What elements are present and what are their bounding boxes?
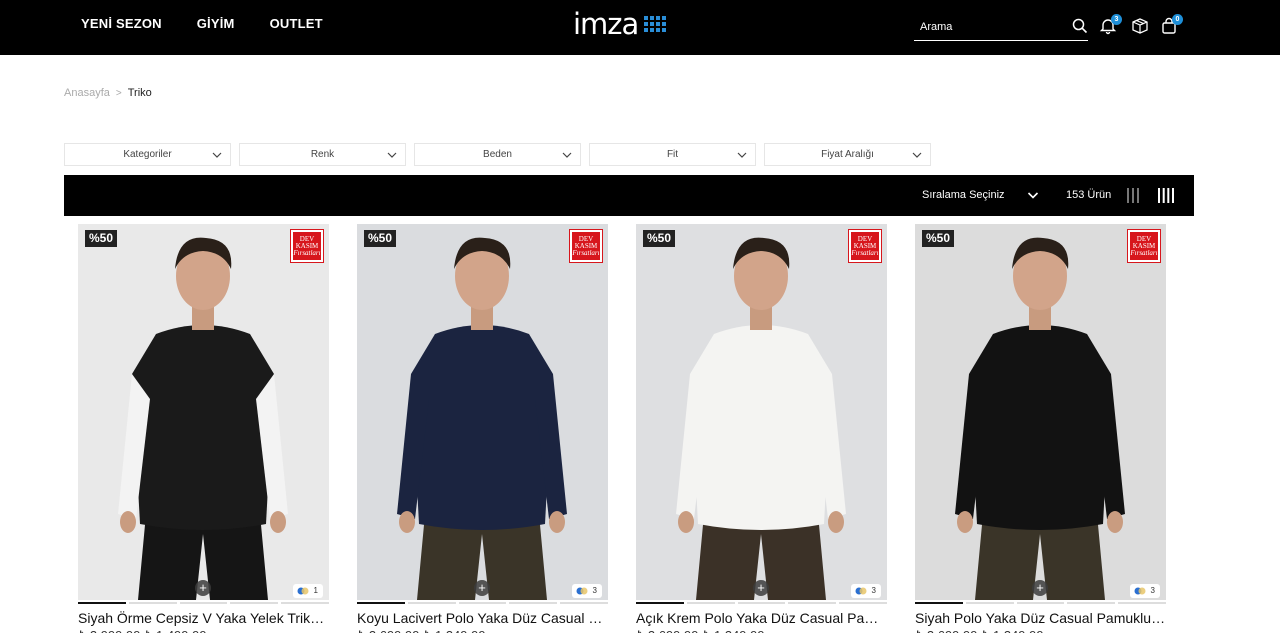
color-swatch-icon: [576, 587, 588, 595]
sort-select[interactable]: Sıralama Seçiniz: [922, 189, 1005, 201]
discount-badge: %50: [85, 230, 118, 247]
filter-label: Fiyat Aralığı: [821, 149, 874, 160]
notifications-button[interactable]: 3: [1099, 14, 1122, 35]
image-slider-indicator[interactable]: [78, 602, 329, 604]
image-slider-indicator[interactable]: [357, 602, 608, 604]
color-variants[interactable]: 3: [572, 584, 602, 598]
filter-label: Beden: [483, 149, 512, 160]
filter-fit[interactable]: Fit: [589, 143, 756, 166]
chevron-down-icon[interactable]: [1027, 189, 1039, 201]
dev-kasim-stamp: DEV KASIM Fırsatları: [1127, 229, 1161, 263]
image-slider-indicator[interactable]: [636, 602, 887, 604]
search-input[interactable]: [920, 18, 1060, 36]
product-price: ₺ 2.999,99 ₺ 1.499,99: [78, 628, 207, 633]
color-variants[interactable]: 3: [851, 584, 881, 598]
logo-text: imza: [573, 7, 639, 41]
orders-button[interactable]: [1131, 17, 1149, 35]
color-count: 3: [1150, 586, 1155, 595]
grid-4-columns-icon[interactable]: [1158, 188, 1174, 203]
nav-outlet[interactable]: OUTLET: [270, 16, 323, 31]
site-logo[interactable]: imza: [573, 7, 667, 41]
discount-badge: %50: [364, 230, 397, 247]
product-name[interactable]: Koyu Lacivert Polo Yaka Düz Casual Pa...: [357, 610, 608, 626]
search-icon[interactable]: [1072, 18, 1088, 34]
breadcrumb-home[interactable]: Anasayfa: [64, 87, 110, 99]
filter-fiyat-araligi[interactable]: Fiyat Aralığı: [764, 143, 931, 166]
chevron-down-icon: [387, 152, 397, 158]
filter-label: Renk: [310, 149, 335, 160]
product-name[interactable]: Açık Krem Polo Yaka Düz Casual Pamu...: [636, 610, 887, 626]
sort-bar: Sıralama Seçiniz 153 Ürün: [64, 175, 1194, 216]
filter-label: Fit: [666, 149, 679, 160]
chevron-down-icon: [212, 152, 222, 158]
package-icon: [1132, 18, 1148, 34]
product-price: ₺ 2.699,99 ₺ 1.349,99: [357, 628, 486, 633]
product-price: ₺ 2.699,99 ₺ 1.349,99: [915, 628, 1044, 633]
model-illustration: [78, 224, 329, 600]
model-illustration: [636, 224, 887, 600]
discount-badge: %50: [643, 230, 676, 247]
breadcrumb: Anasayfa > Triko: [64, 87, 152, 99]
discount-badge: %50: [922, 230, 955, 247]
color-swatch-icon: [855, 587, 867, 595]
filter-kategoriler[interactable]: Kategoriler: [64, 143, 231, 166]
product-image[interactable]: %50 DEV KASIM Fırsatları + 1: [78, 224, 329, 600]
product-price: ₺ 2.699,99 ₺ 1.349,99: [636, 628, 765, 633]
quick-add-button[interactable]: +: [1032, 580, 1048, 596]
main-nav: YENİ SEZON GİYİM OUTLET: [81, 16, 323, 31]
color-swatch-icon: [297, 587, 309, 595]
color-variants[interactable]: 1: [293, 584, 323, 598]
product-image[interactable]: %50 DEV KASIM Fırsatları + 3: [915, 224, 1166, 600]
cart-button[interactable]: 0: [1160, 14, 1183, 35]
product-count: 153 Ürün: [1066, 189, 1112, 201]
product-image[interactable]: %50 DEV KASIM Fırsatları + 3: [357, 224, 608, 600]
search-box: [914, 14, 1088, 41]
color-swatch-icon: [1134, 587, 1146, 595]
model-illustration: [915, 224, 1166, 600]
dev-kasim-stamp: DEV KASIM Fırsatları: [290, 229, 324, 263]
chevron-down-icon: [562, 152, 572, 158]
grid-3-columns-icon[interactable]: [1127, 188, 1139, 203]
notification-badge: 3: [1111, 14, 1122, 25]
chevron-down-icon: [912, 152, 922, 158]
color-count: 3: [592, 586, 597, 595]
product-name[interactable]: Siyah Polo Yaka Düz Casual Pamuklu Sl...: [915, 610, 1166, 626]
filter-renk[interactable]: Renk: [239, 143, 406, 166]
quick-add-button[interactable]: +: [753, 580, 769, 596]
image-slider-indicator[interactable]: [915, 602, 1166, 604]
color-variants[interactable]: 3: [1130, 584, 1160, 598]
nav-yeni-sezon[interactable]: YENİ SEZON: [81, 16, 162, 31]
quick-add-button[interactable]: +: [474, 580, 490, 596]
dev-kasim-stamp: DEV KASIM Fırsatları: [569, 229, 603, 263]
chevron-right-icon: >: [115, 87, 122, 99]
nav-giyim[interactable]: GİYİM: [197, 16, 235, 31]
filter-beden[interactable]: Beden: [414, 143, 581, 166]
product-image[interactable]: %50 DEV KASIM Fırsatları + 3: [636, 224, 887, 600]
model-illustration: [357, 224, 608, 600]
chevron-down-icon: [737, 152, 747, 158]
color-count: 1: [313, 586, 318, 595]
color-count: 3: [871, 586, 876, 595]
dev-kasim-stamp: DEV KASIM Fırsatları: [848, 229, 882, 263]
product-name[interactable]: Siyah Örme Cepsiz V Yaka Yelek Triko 1..…: [78, 610, 329, 626]
top-header: YENİ SEZON GİYİM OUTLET imza 3: [0, 0, 1280, 55]
filter-bar: Kategoriler Renk Beden Fit Fiyat Aralığı: [64, 143, 939, 166]
quick-add-button[interactable]: +: [195, 580, 211, 596]
filter-label: Kategoriler: [123, 149, 172, 160]
breadcrumb-current: Triko: [127, 87, 152, 99]
cart-badge: 0: [1172, 14, 1183, 25]
logo-dots: [644, 16, 667, 32]
